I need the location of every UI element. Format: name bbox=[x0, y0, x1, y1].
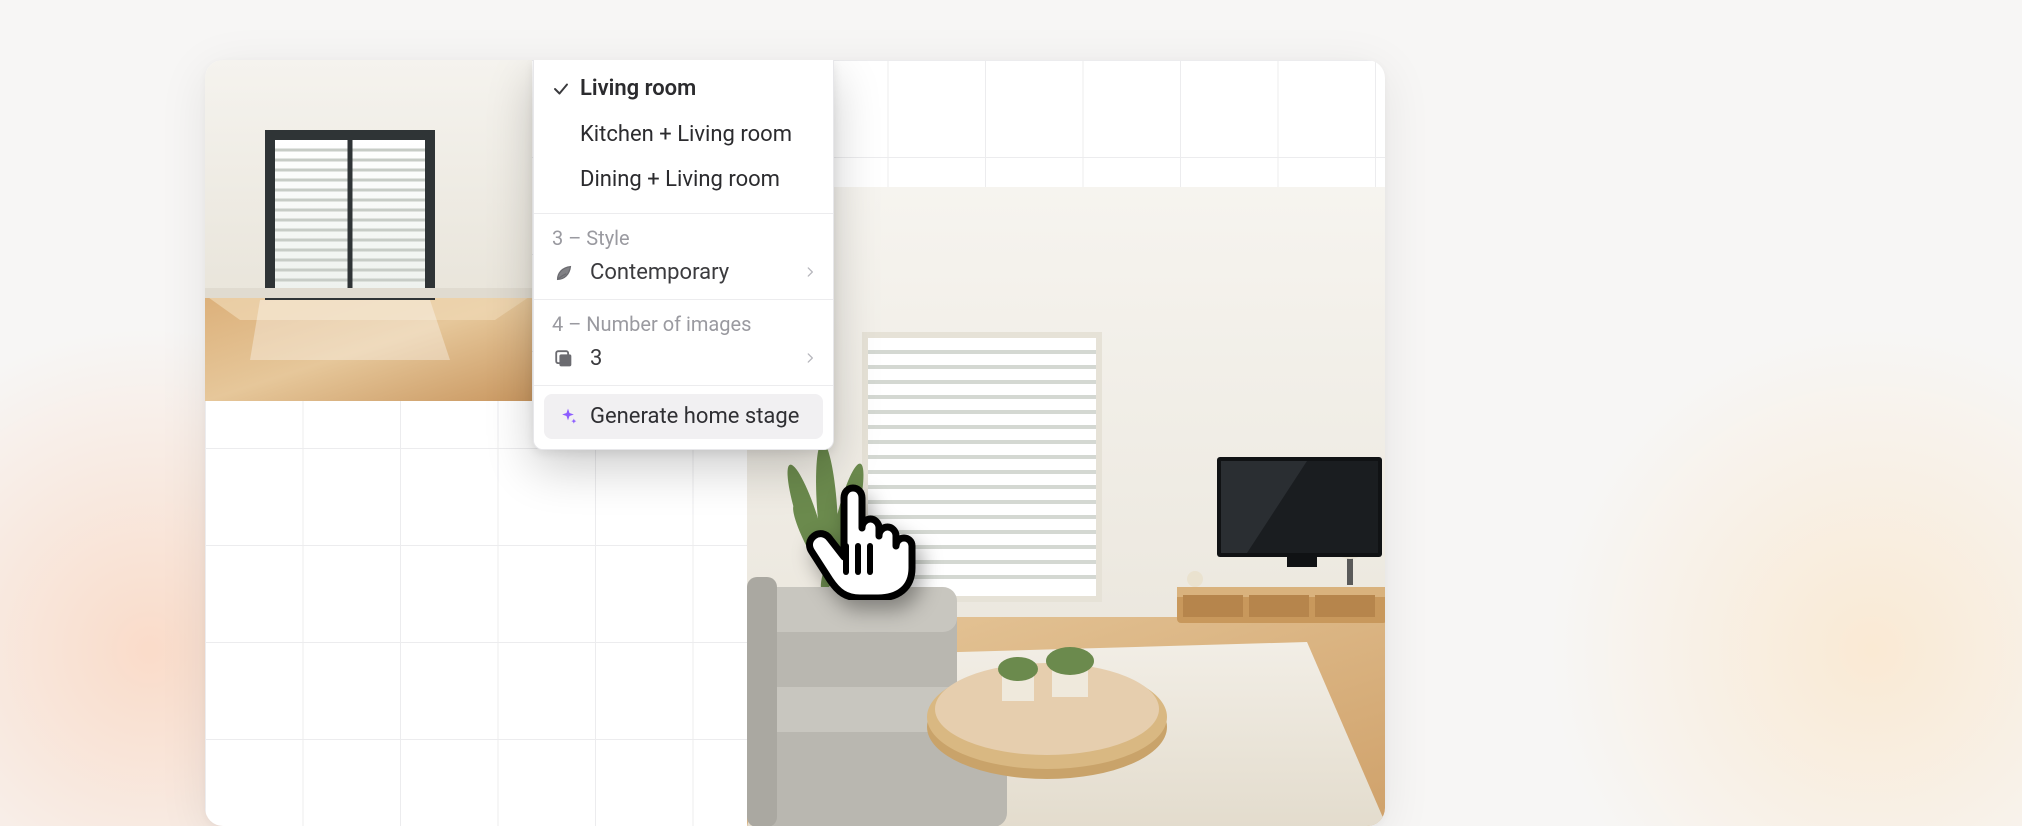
room-option-dining-living[interactable]: Dining + Living room bbox=[534, 157, 833, 203]
sparkle-icon bbox=[558, 407, 578, 427]
app-window: Living room Kitchen + Living room Dining… bbox=[205, 60, 1385, 826]
after-image bbox=[747, 187, 1385, 826]
background-tint-right bbox=[1522, 300, 2022, 826]
before-image bbox=[205, 60, 532, 401]
chevron-right-icon bbox=[803, 346, 817, 371]
style-section: 3 – Style Contemporary bbox=[534, 214, 833, 299]
room-option-label: Living room bbox=[580, 74, 696, 104]
room-option-label: Kitchen + Living room bbox=[580, 120, 792, 150]
style-section-header: 3 – Style bbox=[552, 226, 817, 256]
generate-label: Generate home stage bbox=[590, 404, 799, 429]
before-image-cell[interactable] bbox=[205, 60, 532, 401]
leaf-icon bbox=[552, 261, 576, 285]
room-option-living-room[interactable]: Living room bbox=[534, 66, 833, 112]
generate-button[interactable]: Generate home stage bbox=[544, 394, 823, 439]
count-select-row[interactable]: 3 bbox=[552, 342, 817, 377]
room-option-label: Dining + Living room bbox=[580, 165, 780, 195]
check-icon bbox=[552, 80, 580, 98]
stack-icon bbox=[552, 347, 576, 371]
count-section-header: 4 – Number of images bbox=[552, 312, 817, 342]
count-value: 3 bbox=[590, 346, 602, 371]
options-popover: Living room Kitchen + Living room Dining… bbox=[533, 60, 834, 450]
count-section: 4 – Number of images 3 bbox=[534, 300, 833, 385]
style-select-row[interactable]: Contemporary bbox=[552, 256, 817, 291]
room-option-kitchen-living[interactable]: Kitchen + Living room bbox=[534, 112, 833, 158]
after-image-cell[interactable] bbox=[747, 187, 1385, 826]
chevron-right-icon bbox=[803, 260, 817, 285]
generate-row: Generate home stage bbox=[534, 385, 833, 449]
style-value: Contemporary bbox=[590, 260, 729, 285]
room-type-list: Living room Kitchen + Living room Dining… bbox=[534, 60, 833, 213]
